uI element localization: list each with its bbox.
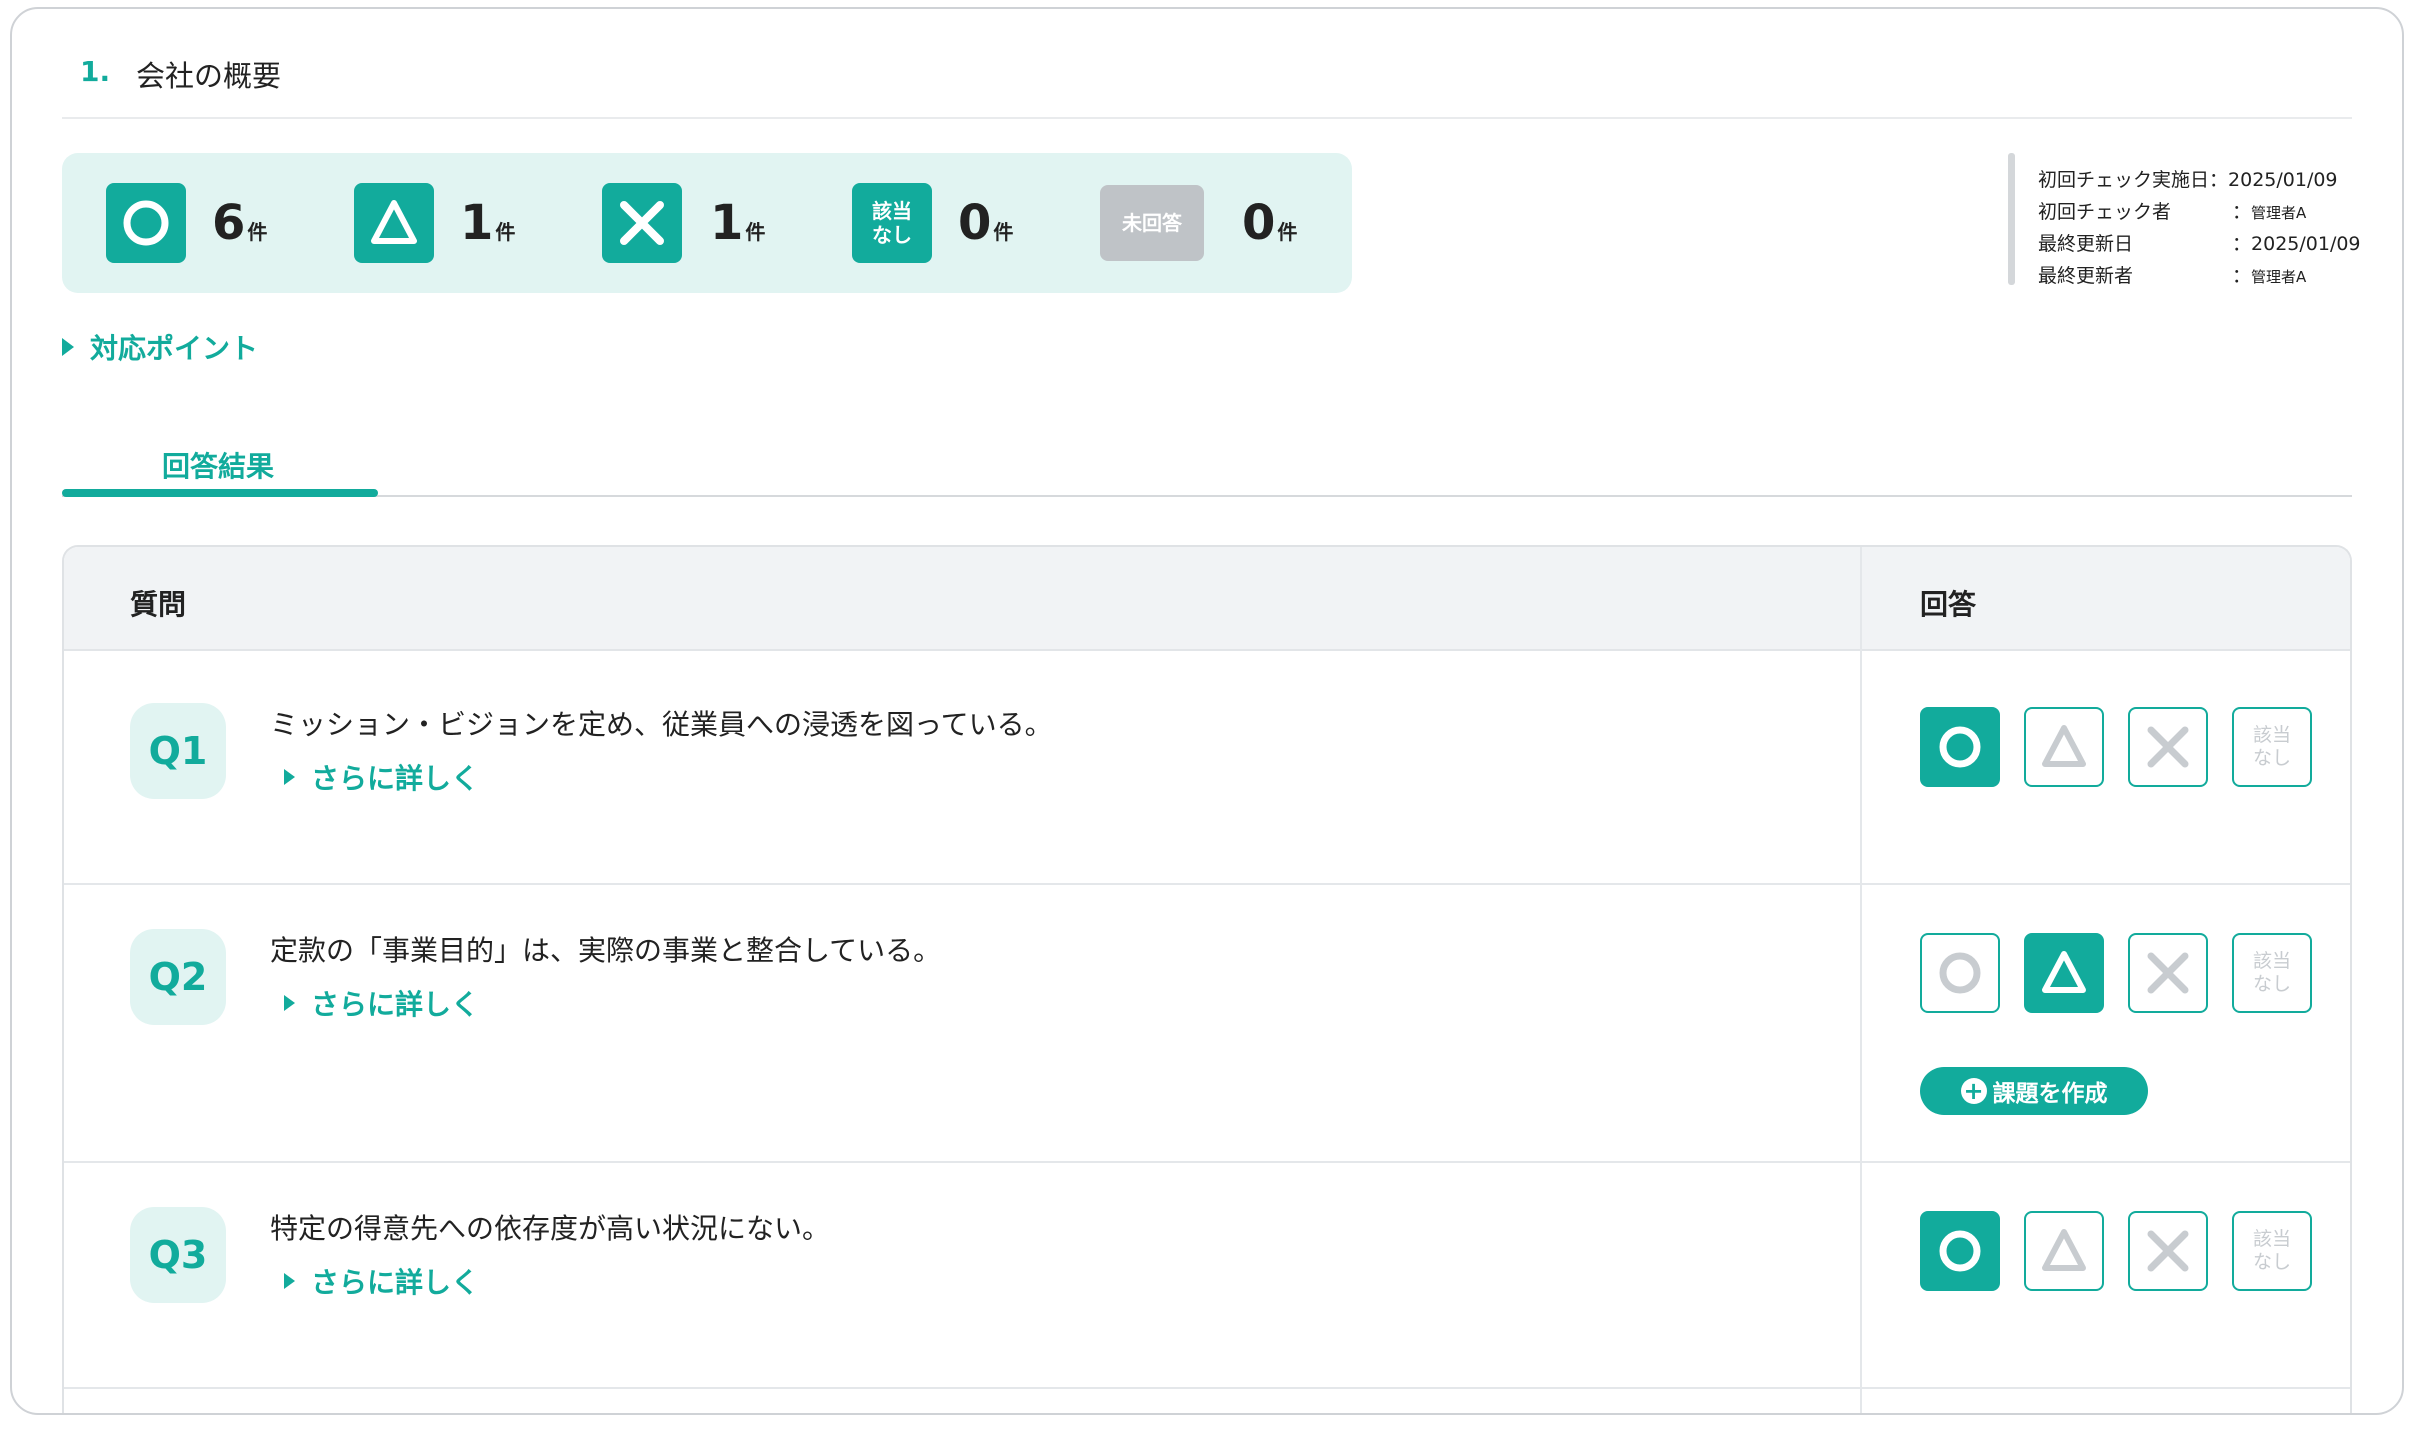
divider <box>62 117 2352 119</box>
answer-cross-button[interactable] <box>2128 707 2208 787</box>
cross-icon <box>2147 1230 2189 1272</box>
row-divider <box>64 1161 2350 1163</box>
points-label: 対応ポイント <box>90 332 259 365</box>
question-number-badge: Q1 <box>130 703 226 799</box>
tab-bar-divider <box>62 495 2352 497</box>
not-applicable-icon: 該当 なし <box>852 183 932 263</box>
create-task-button[interactable]: + 課題を作成 <box>1920 1067 2148 1115</box>
meta-last-updater: ：管理者A <box>2232 265 2307 287</box>
row-divider <box>64 883 2350 885</box>
summary-count-unanswered: 0件 <box>1242 195 1298 251</box>
meta-last-updated-label: 最終更新日 <box>2038 233 2134 255</box>
meta-divider <box>2008 153 2015 285</box>
column-divider <box>1860 547 1862 1413</box>
answer-table: 質問 回答 Q1 ミッション・ビジョンを定め、従業員への浸透を図っている。 さら… <box>62 545 2352 1413</box>
question-number-badge: Q3 <box>130 1207 226 1303</box>
answer-circle-button[interactable] <box>1920 933 2000 1013</box>
circle-icon <box>106 183 186 263</box>
caret-right-icon <box>284 1273 295 1289</box>
cross-icon <box>2147 726 2189 768</box>
caret-right-icon <box>284 995 295 1011</box>
answer-circle-button[interactable] <box>1920 1211 2000 1291</box>
cross-icon <box>2147 952 2189 994</box>
triangle-icon <box>2042 951 2086 993</box>
column-header-answer: 回答 <box>1920 588 1977 621</box>
more-details-toggle[interactable]: さらに詳しく <box>284 757 479 797</box>
more-details-toggle[interactable]: さらに詳しく <box>284 983 479 1023</box>
tab-answer-results[interactable]: 回答結果 <box>162 445 274 485</box>
summary-count-cross: 1件 <box>710 195 766 251</box>
answer-cross-button[interactable] <box>2128 1211 2208 1291</box>
answer-na-button[interactable]: 該当 なし <box>2232 933 2312 1013</box>
section-title: 会社の概要 <box>136 59 282 93</box>
meta-last-updater-label: 最終更新者 <box>2038 265 2134 287</box>
plus-icon: + <box>1960 1078 1987 1104</box>
circle-icon <box>1939 726 1981 768</box>
circle-icon <box>1939 1230 1981 1272</box>
summary-count-na: 0件 <box>958 195 1014 251</box>
meta-first-check-date: 初回チェック実施日：2025/01/09 <box>2038 169 2338 191</box>
answer-triangle-button[interactable] <box>2024 933 2104 1013</box>
caret-right-icon <box>284 769 295 785</box>
meta-first-checker-label: 初回チェック者 <box>2038 201 2172 223</box>
circle-icon <box>1939 952 1981 994</box>
answer-triangle-button[interactable] <box>2024 1211 2104 1291</box>
question-text: 特定の得意先への依存度が高い状況にない。 <box>270 1212 831 1245</box>
points-toggle[interactable]: 対応ポイント <box>62 327 258 367</box>
row-divider <box>64 1387 2350 1389</box>
table-header: 質問 回答 <box>64 547 2350 651</box>
tab-active-indicator <box>62 489 378 497</box>
question-text: ミッション・ビジョンを定め、従業員への浸透を図っている。 <box>270 708 1053 741</box>
meta-first-checker: ：管理者A <box>2232 201 2307 223</box>
answer-cross-button[interactable] <box>2128 933 2208 1013</box>
answer-summary: 6件 1件 1件 該当 なし 0件 未回答 0件 <box>62 153 1352 293</box>
summary-count-triangle: 1件 <box>460 195 516 251</box>
answer-triangle-button[interactable] <box>2024 707 2104 787</box>
answer-na-button[interactable]: 該当 なし <box>2232 1211 2312 1291</box>
triangle-icon <box>2042 725 2086 767</box>
answer-circle-button[interactable] <box>1920 707 2000 787</box>
cross-icon <box>602 183 682 263</box>
section-card: 1. 会社の概要 6件 1件 1件 該当 なし 0件 未回答 0件 初回チェック実… <box>10 7 2404 1415</box>
meta-last-updated: ：2025/01/09 <box>2232 233 2361 255</box>
answer-na-button[interactable]: 該当 なし <box>2232 707 2312 787</box>
unanswered-icon: 未回答 <box>1100 185 1204 261</box>
column-header-question: 質問 <box>130 588 187 621</box>
summary-count-circle: 6件 <box>212 195 268 251</box>
question-number-badge: Q2 <box>130 929 226 1025</box>
triangle-icon <box>2042 1229 2086 1271</box>
question-text: 定款の「事業目的」は、実際の事業と整合している。 <box>270 934 942 967</box>
triangle-icon <box>354 183 434 263</box>
more-details-toggle[interactable]: さらに詳しく <box>284 1261 479 1301</box>
caret-right-icon <box>62 338 74 356</box>
section-number: 1. <box>80 55 111 88</box>
